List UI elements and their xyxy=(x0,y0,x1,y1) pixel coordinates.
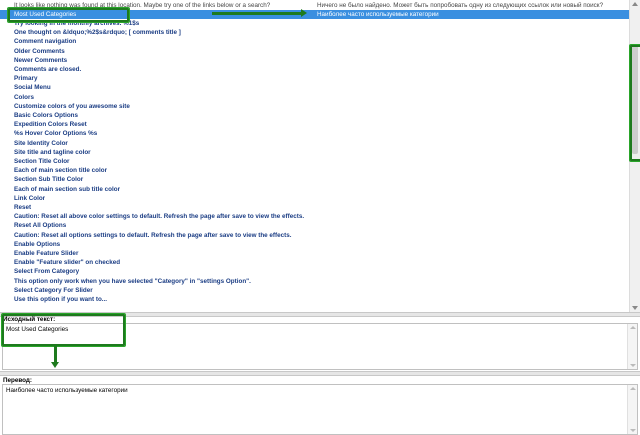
translation-input[interactable]: Наиболее часто используемые категории xyxy=(2,384,638,435)
row-source-text: Each of main section title color xyxy=(14,167,108,175)
translation-pane-scrollbar[interactable] xyxy=(627,385,637,434)
source-pane-scrollbar[interactable] xyxy=(627,324,637,369)
list-row[interactable]: Older Comments xyxy=(0,47,629,56)
list-row[interactable]: Section Title Color xyxy=(0,157,629,166)
scroll-up-icon[interactable] xyxy=(629,326,636,329)
list-row[interactable]: Link Color xyxy=(0,194,629,203)
strings-list[interactable]: It looks like nothing was found at this … xyxy=(0,0,629,312)
highlight-box-selected-row xyxy=(8,8,129,22)
list-row[interactable]: Primary xyxy=(0,74,629,83)
row-source-text: Expedition Colors Reset xyxy=(14,121,87,129)
list-row[interactable]: Each of main section sub title color xyxy=(0,185,629,194)
list-row[interactable]: Select Category For Slider xyxy=(0,286,629,295)
annotation-arrow-down-icon xyxy=(51,346,59,368)
annotation-arrow-right-icon xyxy=(212,9,307,17)
row-source-text: Use this option if you want to... xyxy=(14,295,108,303)
list-row[interactable]: One thought on &ldquo;%2$s&rdquo; [ comm… xyxy=(0,28,629,37)
row-source-text: Enable "Feature slider" on checked xyxy=(14,259,121,267)
row-source-text: Site Identity Color xyxy=(14,139,68,147)
list-row[interactable]: Section Sub Title Color xyxy=(0,175,629,184)
scroll-down-icon[interactable] xyxy=(632,306,638,310)
row-source-text: Caution: Reset all options settings to d… xyxy=(14,231,292,239)
list-row[interactable]: Use this option if you want to... xyxy=(0,295,629,304)
row-source-text: Section Sub Title Color xyxy=(14,176,84,184)
list-row[interactable]: Basic Colors Options xyxy=(0,111,629,120)
translation-text[interactable]: Наиболее часто используемые категории xyxy=(6,387,128,394)
list-row[interactable]: Enable Options xyxy=(0,240,629,249)
row-source-text: Comments are closed. xyxy=(14,65,82,73)
row-source-text: Link Color xyxy=(14,194,46,202)
row-source-text: Older Comments xyxy=(14,47,65,55)
row-translation-text: Наиболее часто используемые категории xyxy=(317,10,439,18)
row-source-text: Site title and tagline color xyxy=(14,148,91,156)
list-row[interactable]: Social Menu xyxy=(0,83,629,92)
row-source-text: Enable Feature Slider xyxy=(14,249,79,257)
list-row[interactable]: Caution: Reset all above color settings … xyxy=(0,212,629,221)
list-row[interactable]: This option only work when you have sele… xyxy=(0,277,629,286)
list-row[interactable]: Comments are closed. xyxy=(0,65,629,74)
list-row[interactable]: Caution: Reset all options settings to d… xyxy=(0,231,629,240)
splitter[interactable] xyxy=(0,371,640,376)
scroll-down-icon[interactable] xyxy=(629,429,636,432)
scroll-up-icon[interactable] xyxy=(629,387,636,390)
list-row[interactable]: Colors xyxy=(0,93,629,102)
row-source-text: Reset xyxy=(14,203,32,211)
row-source-text: This option only work when you have sele… xyxy=(14,277,251,285)
list-row[interactable]: Expedition Colors Reset xyxy=(0,120,629,129)
scroll-down-icon[interactable] xyxy=(629,364,636,367)
row-source-text: One thought on &ldquo;%2$s&rdquo; [ comm… xyxy=(14,29,181,37)
row-source-text: %s Hover Color Options %s xyxy=(14,130,98,138)
row-source-text: Colors xyxy=(14,93,34,101)
row-source-text: Enable Options xyxy=(14,240,61,248)
row-source-text: Comment navigation xyxy=(14,38,77,46)
row-source-text: Basic Colors Options xyxy=(14,111,79,119)
list-row[interactable]: Each of main section title color xyxy=(0,166,629,175)
scroll-up-icon[interactable] xyxy=(632,2,638,6)
row-source-text: Reset All Options xyxy=(14,222,67,230)
row-source-text: Each of main section sub title color xyxy=(14,185,121,193)
highlight-box-scrollbar xyxy=(630,45,640,161)
row-source-text: Section Title Color xyxy=(14,157,70,165)
row-source-text: Primary xyxy=(14,75,38,83)
row-source-text: Customize colors of you awesome site xyxy=(14,102,130,110)
list-row[interactable]: Site title and tagline color xyxy=(0,148,629,157)
row-source-text: Caution: Reset all above color settings … xyxy=(14,213,305,221)
list-row[interactable]: Customize colors of you awesome site xyxy=(0,102,629,111)
row-source-text: Newer Comments xyxy=(14,56,68,64)
list-row[interactable]: Newer Comments xyxy=(0,56,629,65)
list-row[interactable]: Site Identity Color xyxy=(0,139,629,148)
row-source-text: Select Category For Slider xyxy=(14,286,93,294)
row-source-text: Select From Category xyxy=(14,268,80,276)
list-row[interactable]: Enable Feature Slider xyxy=(0,249,629,258)
list-row[interactable]: %s Hover Color Options %s xyxy=(0,129,629,138)
list-row[interactable]: Select From Category xyxy=(0,267,629,276)
row-source-text: Social Menu xyxy=(14,84,51,92)
list-row[interactable]: Enable "Feature slider" on checked xyxy=(0,258,629,267)
translation-pane-label: Перевод: xyxy=(3,377,33,384)
highlight-box-source-text xyxy=(2,314,125,346)
list-row[interactable]: Reset All Options xyxy=(0,221,629,230)
list-row[interactable]: Reset xyxy=(0,203,629,212)
row-translation-text: Ничего не было найдено. Может быть попро… xyxy=(317,1,604,9)
list-row[interactable]: Comment navigation xyxy=(0,37,629,46)
